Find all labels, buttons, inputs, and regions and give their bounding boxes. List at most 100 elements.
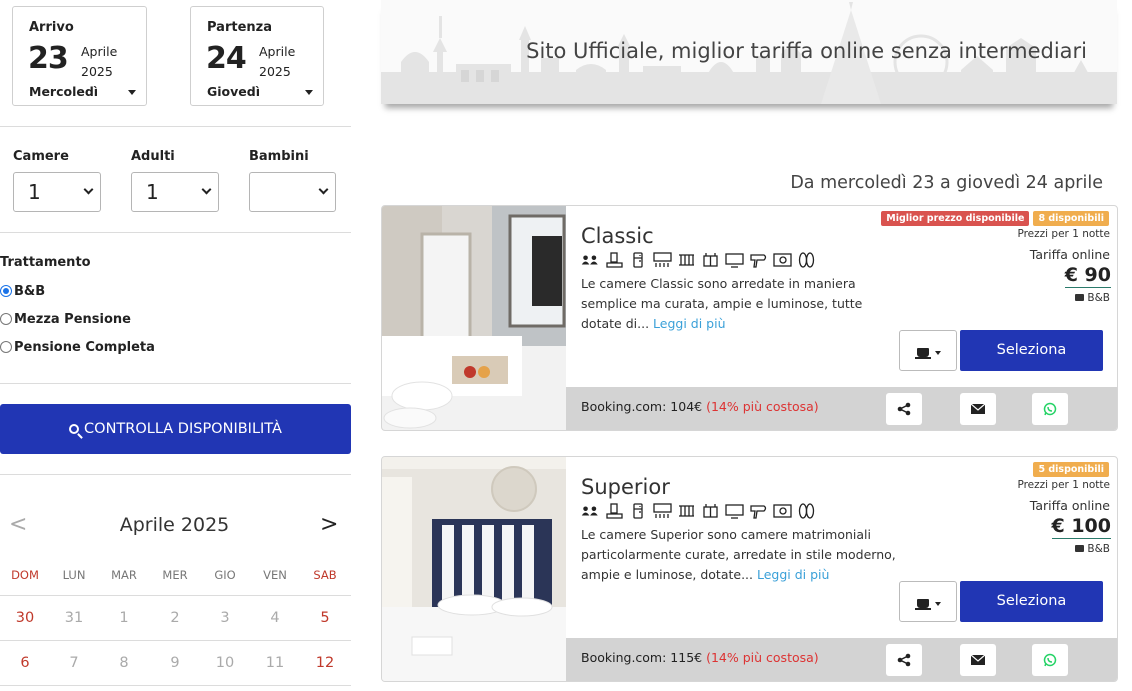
- tariff-label: Tariffa online: [1029, 247, 1110, 262]
- children-label: Bambini: [249, 149, 309, 164]
- children-select[interactable]: [249, 172, 336, 212]
- room-footer: Booking.com: 115€ (14% più costosa): [566, 638, 1117, 681]
- whatsapp-button[interactable]: [1032, 393, 1068, 425]
- caret-down-icon: [935, 351, 941, 355]
- breakfast-icon: [1075, 545, 1085, 552]
- weekday-header: MAR: [111, 568, 137, 582]
- weekday-header: DOM: [11, 568, 39, 582]
- meal-plan-dropdown[interactable]: [899, 581, 957, 622]
- booking-price: Booking.com: 104€: [581, 399, 703, 414]
- amenity-icons: [581, 503, 816, 519]
- amenity-icons: [581, 252, 816, 268]
- wardrobe-icon: [703, 504, 718, 518]
- search-icon: [69, 424, 80, 434]
- calendar-day[interactable]: 30: [0, 596, 50, 641]
- tv-stand-icon: [606, 252, 623, 268]
- radio-unchecked[interactable]: [0, 341, 12, 353]
- calendar-day[interactable]: 12: [300, 641, 350, 686]
- rooms-value: 1: [28, 180, 41, 204]
- share-button[interactable]: [886, 393, 922, 425]
- meal-plan-dropdown[interactable]: [899, 330, 957, 371]
- calendar-day[interactable]: 4: [250, 596, 300, 641]
- email-button[interactable]: [960, 393, 996, 425]
- calendar-day[interactable]: 3: [200, 596, 250, 641]
- banner-slogan: Sito Ufficiale, miglior tariffa online s…: [526, 39, 1087, 63]
- meal-plan: B&B: [1075, 543, 1110, 555]
- share-icon: [897, 653, 911, 667]
- room-price: € 90: [1064, 264, 1111, 288]
- availability-badge: 5 disponibili: [1033, 462, 1109, 477]
- select-room-button[interactable]: Seleziona: [960, 330, 1103, 371]
- calendar-day[interactable]: 8: [99, 641, 149, 686]
- departure-month: Aprile: [259, 44, 296, 59]
- calendar-prev-button[interactable]: <: [9, 512, 27, 537]
- calendar-next-button[interactable]: >: [320, 512, 338, 537]
- departure-date-picker[interactable]: Partenza 24 Aprile 2025 Giovedì: [190, 6, 324, 106]
- divider: [0, 232, 351, 233]
- arrival-date-picker[interactable]: Arrivo 23 Aprile 2025 Mercoledì: [12, 6, 147, 106]
- calendar-day[interactable]: 10: [200, 641, 250, 686]
- read-more-link[interactable]: Leggi di più: [653, 316, 725, 331]
- weekday-header: SAB: [313, 568, 337, 582]
- calendar-day[interactable]: 2: [150, 596, 200, 641]
- room-photo-superior[interactable]: [382, 457, 566, 682]
- treatment-option-label: B&B: [14, 284, 46, 299]
- fridge-icon: [633, 252, 643, 268]
- hairdryer-icon: [750, 505, 767, 519]
- adults-select[interactable]: 1: [131, 172, 219, 212]
- availability-badge: 8 disponibili: [1033, 211, 1109, 226]
- weekday-header: GIO: [214, 568, 236, 582]
- official-site-banner: Sito Ufficiale, miglior tariffa online s…: [381, 0, 1117, 104]
- prices-per-night: Prezzi per 1 notte: [1017, 228, 1110, 240]
- calendar-day[interactable]: 5: [300, 596, 350, 641]
- departure-weekday: Giovedì: [207, 84, 260, 99]
- adults-label: Adulti: [131, 149, 175, 164]
- two-people-icon: [581, 255, 598, 265]
- air-conditioner-icon: [653, 252, 672, 267]
- email-button[interactable]: [960, 644, 996, 676]
- chevron-down-icon: [318, 184, 329, 195]
- room-photo-classic[interactable]: [382, 206, 566, 431]
- calendar-day[interactable]: 7: [49, 641, 99, 686]
- calendar-day[interactable]: 11: [250, 641, 300, 686]
- envelope-icon: [971, 403, 985, 414]
- hairdryer-icon: [750, 254, 767, 268]
- room-name: Classic: [581, 224, 654, 248]
- share-icon: [897, 402, 911, 416]
- caret-down-icon: [305, 90, 313, 95]
- calendar-day[interactable]: 1: [99, 596, 149, 641]
- booking-percentage: (14% più costosa): [706, 399, 819, 414]
- select-room-button[interactable]: Seleziona: [960, 581, 1103, 622]
- room-price: € 100: [1051, 515, 1111, 539]
- whatsapp-button[interactable]: [1032, 644, 1068, 676]
- check-availability-button[interactable]: CONTROLLA DISPONIBILITÀ: [0, 404, 351, 454]
- calendar-day[interactable]: 31: [49, 596, 99, 641]
- rooms-select[interactable]: 1: [13, 172, 101, 212]
- room-name: Superior: [581, 475, 670, 499]
- envelope-icon: [971, 654, 985, 665]
- radio-checked[interactable]: [0, 285, 12, 297]
- slippers-icon: [798, 503, 815, 519]
- calendar-day[interactable]: 9: [150, 641, 200, 686]
- radiator-icon: [679, 254, 694, 266]
- chevron-down-icon: [201, 184, 212, 195]
- booking-comparison: Booking.com: 104€ (14% più costosa): [581, 399, 819, 414]
- caret-down-icon: [935, 602, 941, 606]
- adults-value: 1: [146, 180, 159, 204]
- read-more-link[interactable]: Leggi di più: [757, 567, 829, 582]
- arrival-month: Aprile: [81, 44, 118, 59]
- safe-icon: [773, 253, 792, 267]
- calendar-day[interactable]: 6: [0, 641, 50, 686]
- whatsapp-icon: [1043, 653, 1057, 667]
- room-card-classic: Classic Le camere Classic sono arredate …: [381, 205, 1118, 431]
- share-button[interactable]: [886, 644, 922, 676]
- radio-unchecked[interactable]: [0, 313, 12, 325]
- weekday-header: VEN: [263, 568, 287, 582]
- monitor-icon: [725, 504, 744, 519]
- two-people-icon: [581, 506, 598, 516]
- meal-plan: B&B: [1075, 292, 1110, 304]
- rooms-label: Camere: [13, 149, 69, 164]
- room-badges: 5 disponibili: [1033, 462, 1109, 477]
- arrival-label: Arrivo: [29, 20, 74, 35]
- meal-plan-label: B&B: [1087, 292, 1110, 304]
